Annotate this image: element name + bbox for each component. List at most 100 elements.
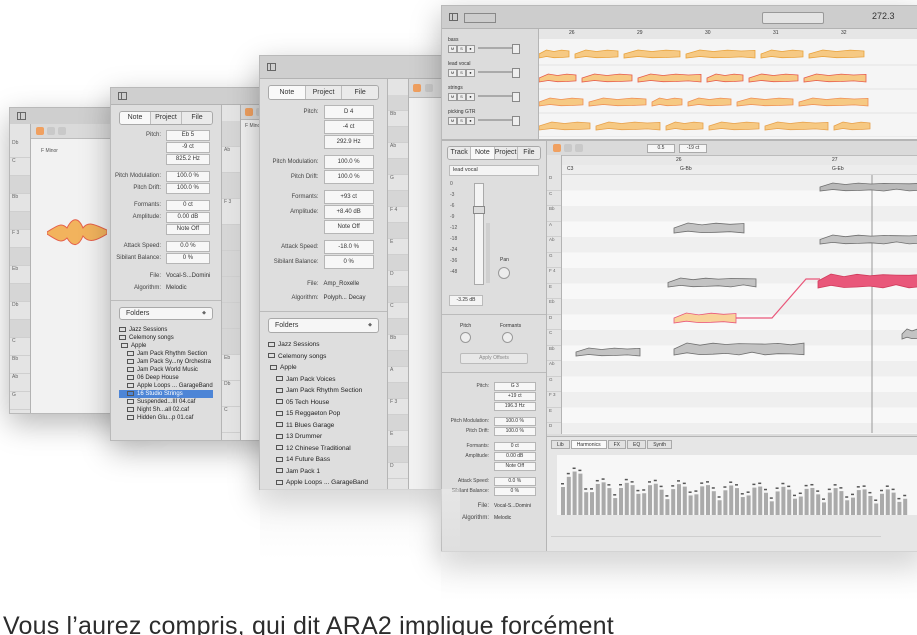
harmonic-bar[interactable] — [619, 487, 623, 515]
param-value-field[interactable]: 0 % — [494, 486, 536, 496]
param-value-field[interactable]: 0 % — [323, 254, 374, 269]
slider-knob[interactable] — [512, 68, 520, 78]
view-icons[interactable] — [464, 13, 496, 23]
harmonic-bar[interactable] — [885, 489, 890, 515]
harmonic-bar[interactable] — [810, 487, 815, 515]
note-blob[interactable] — [673, 222, 745, 234]
overview-note[interactable] — [748, 73, 799, 83]
folder-item[interactable]: Night Sh...all 02.caf — [119, 406, 213, 414]
tab-note[interactable]: Note — [471, 147, 495, 159]
note-editor[interactable]: 0.5 -19 ct D C Bb A Ab G F 4 E Eb D C Bb Ab G F 3ED 26… — [547, 141, 917, 439]
param-value-field[interactable]: -18.0 % — [323, 239, 374, 254]
slider-knob[interactable] — [512, 92, 520, 102]
harmonic-bar[interactable] — [642, 493, 647, 515]
overview-note[interactable] — [623, 49, 681, 59]
harmonic-bar[interactable] — [758, 486, 763, 515]
folder-select[interactable]: Folders — [119, 307, 213, 320]
overview-note[interactable] — [798, 97, 869, 107]
overview-note[interactable] — [808, 49, 865, 59]
harmonic-bar[interactable] — [746, 495, 751, 515]
folder-item[interactable]: Jazz Sessions — [268, 339, 379, 351]
harmonic-bar[interactable] — [735, 488, 739, 515]
harmonic-bar[interactable] — [891, 492, 896, 515]
param-value-field[interactable]: 0 ct — [166, 199, 210, 211]
harmonic-bar[interactable] — [775, 491, 780, 515]
harmonic-bar[interactable] — [572, 471, 577, 515]
param-value-field[interactable]: 0.0 % — [494, 476, 536, 486]
harmonic-bar[interactable] — [566, 476, 571, 515]
param-value-field[interactable]: Note Off — [323, 219, 374, 234]
param-value-field[interactable]: 100.0 % — [494, 426, 536, 436]
param-value-field[interactable]: -4 ct — [323, 119, 374, 134]
record-button[interactable]: ● — [466, 117, 475, 125]
pitch-tool-icon[interactable] — [413, 84, 421, 92]
folder-item[interactable]: Hidden Glu...p 01.caf — [119, 414, 213, 422]
harmonic-bar[interactable] — [781, 486, 786, 515]
overview-note[interactable] — [651, 97, 683, 107]
overview-note[interactable] — [539, 49, 570, 59]
tab-file[interactable]: File — [342, 86, 378, 99]
tab-file[interactable]: File — [182, 112, 212, 124]
harmonic-bar[interactable] — [659, 489, 664, 515]
sidebar-toggle-icon[interactable] — [118, 92, 127, 100]
param-value-field[interactable]: +8.40 dB — [323, 204, 374, 219]
folder-item[interactable]: Celemony songs — [119, 334, 213, 342]
harmonic-bar[interactable] — [717, 500, 722, 515]
overview-note[interactable] — [539, 97, 584, 107]
overview-note[interactable] — [803, 73, 867, 83]
harmonic-bar[interactable] — [595, 483, 600, 515]
harmonic-bar[interactable] — [694, 494, 699, 515]
folder-item[interactable]: Apple — [268, 362, 379, 374]
param-value-field[interactable]: 100.0 % — [323, 169, 374, 184]
sidebar-toggle-icon[interactable] — [17, 112, 26, 120]
harmonic-bar[interactable] — [700, 486, 705, 515]
param-value-field[interactable]: D 4 — [323, 104, 374, 119]
overview-note[interactable] — [539, 73, 577, 83]
harmonic-bar[interactable] — [752, 487, 757, 515]
folder-item[interactable]: Jam Pack World Music — [119, 366, 213, 374]
harmonic-bar[interactable] — [636, 493, 641, 515]
folder-item[interactable]: 05 Tech House — [268, 397, 379, 409]
overview-note[interactable] — [665, 121, 704, 131]
harmonic-bar[interactable] — [798, 496, 803, 515]
harmonic-bar[interactable] — [653, 483, 658, 515]
pitch-tool-icon[interactable] — [36, 127, 44, 135]
harmonic-bar[interactable] — [856, 490, 861, 515]
note-blob[interactable] — [819, 234, 917, 245]
folder-item[interactable]: Suspended...III 04.caf — [119, 398, 213, 406]
record-button[interactable]: ● — [466, 93, 475, 101]
folder-item[interactable]: Jam Pack Rhythm Section — [268, 385, 379, 397]
sidebar-toggle-icon[interactable] — [449, 13, 458, 21]
harmonic-bar[interactable] — [723, 490, 728, 515]
solo-button[interactable]: S — [457, 117, 466, 125]
note-blob[interactable] — [673, 342, 805, 356]
fader-knob[interactable] — [473, 206, 485, 214]
harmonic-bar[interactable] — [874, 503, 879, 515]
harmonic-bar[interactable] — [804, 488, 809, 515]
mute-button[interactable]: M — [448, 69, 457, 77]
quantize-field[interactable]: 0.5 — [647, 144, 675, 153]
harmonic-bar[interactable] — [862, 489, 867, 515]
sidebar-toggle-icon[interactable] — [267, 63, 276, 71]
tab-project[interactable]: Project — [305, 86, 343, 99]
harmonic-bar[interactable] — [711, 491, 716, 515]
record-button[interactable]: ● — [466, 69, 475, 77]
note-blob[interactable] — [819, 182, 917, 192]
folder-item[interactable]: Jam Pack Sy...ny Orchestra — [119, 358, 213, 366]
harmonic-bar[interactable] — [671, 489, 676, 515]
harmonic-bar[interactable] — [880, 493, 884, 515]
tab-note[interactable]: Note — [120, 112, 151, 124]
slider-knob[interactable] — [512, 44, 520, 54]
param-value-field[interactable]: 0.0 % — [166, 240, 210, 252]
pitch-tool-icon[interactable] — [553, 144, 561, 152]
tab-fx[interactable]: FX — [607, 440, 626, 449]
param-value-field[interactable]: 100.0 % — [323, 154, 374, 169]
param-value-field[interactable]: +93 ct — [323, 189, 374, 204]
param-value-field[interactable]: 0 ct — [494, 441, 536, 451]
selected-note-blob[interactable] — [673, 312, 737, 324]
folder-item[interactable]: 13 Drummer — [268, 431, 379, 443]
folder-item[interactable]: 16 Studio Strings — [119, 390, 213, 398]
harmonic-bar[interactable] — [630, 485, 635, 515]
tab-synth[interactable]: Synth — [647, 440, 673, 449]
param-value-field[interactable]: 100.0 % — [494, 416, 536, 426]
